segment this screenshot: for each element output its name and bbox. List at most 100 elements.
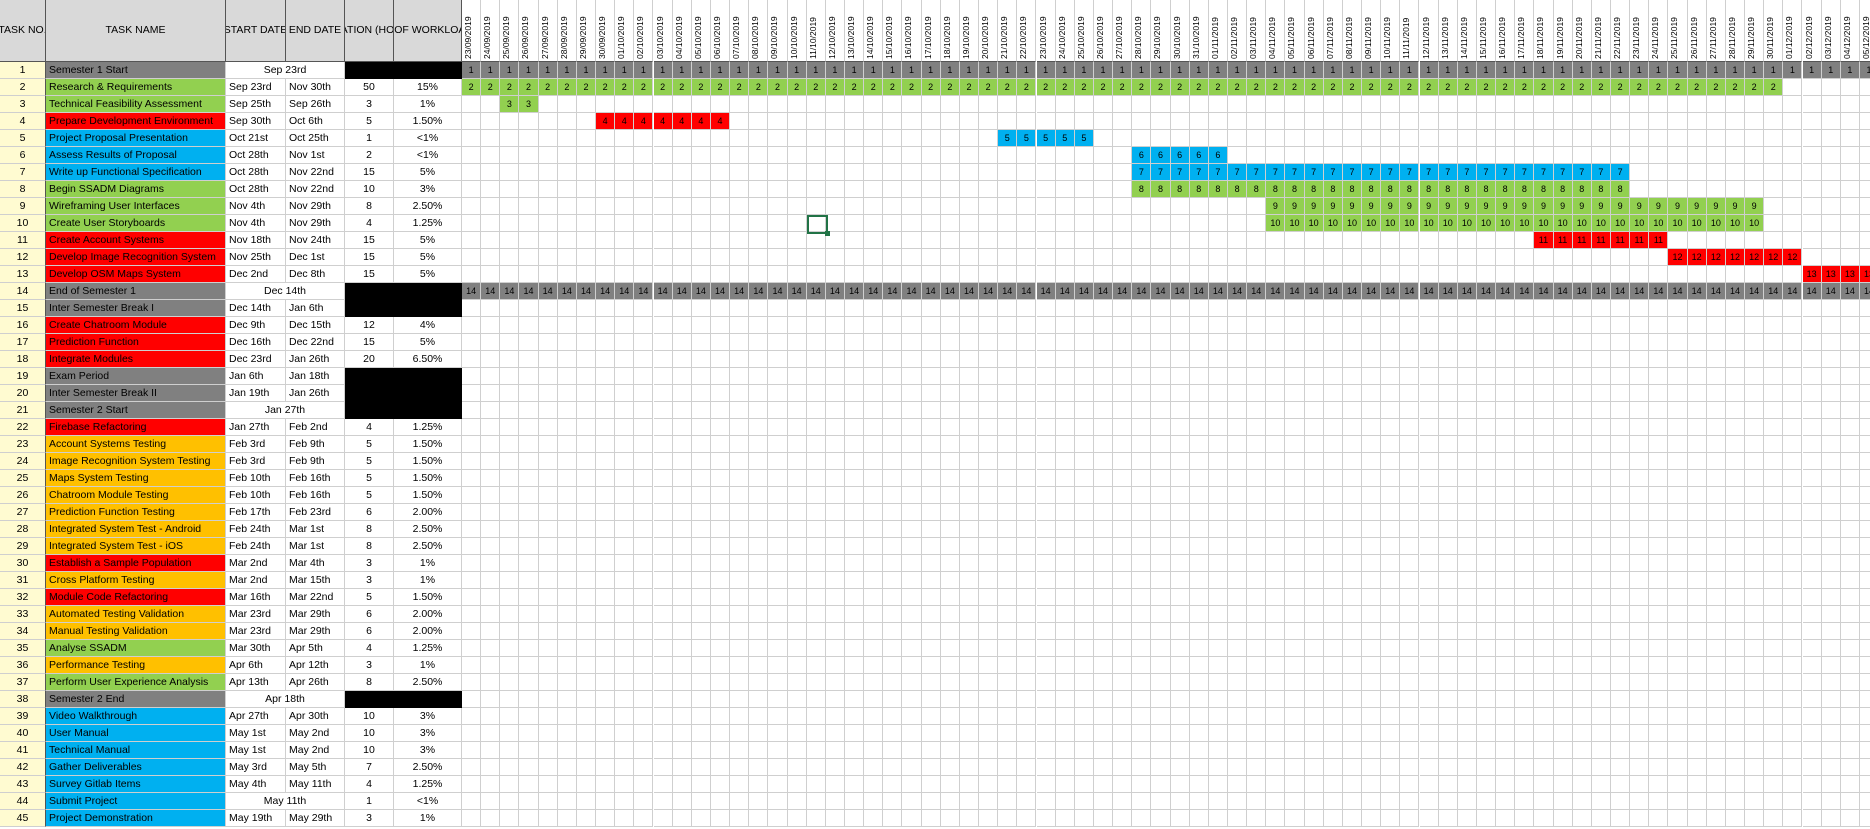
timeline-cell[interactable] — [825, 198, 845, 215]
timeline-cell[interactable] — [1591, 436, 1611, 453]
timeline-cell[interactable] — [883, 215, 903, 232]
timeline-cell[interactable] — [691, 266, 711, 283]
timeline-cell[interactable] — [1859, 674, 1870, 691]
timeline-cell[interactable] — [1764, 300, 1784, 317]
timeline-cell[interactable] — [1764, 623, 1784, 640]
timeline-cell[interactable] — [883, 674, 903, 691]
timeline-cell[interactable] — [921, 606, 941, 623]
timeline-cell[interactable] — [1802, 419, 1822, 436]
timeline-cell[interactable] — [825, 776, 845, 793]
timeline-cell[interactable] — [1534, 419, 1554, 436]
timeline-cell[interactable] — [1342, 538, 1363, 555]
timeline-cell[interactable] — [1859, 351, 1870, 368]
timeline-cell[interactable] — [1189, 555, 1209, 572]
timeline-cell[interactable] — [1304, 368, 1324, 385]
timeline-cell[interactable] — [1859, 147, 1870, 164]
task-number-cell[interactable]: 6 — [0, 147, 46, 164]
timeline-cell[interactable] — [806, 334, 826, 351]
timeline-cell[interactable] — [1266, 130, 1286, 147]
timeline-cell[interactable] — [1055, 691, 1075, 708]
timeline-cell[interactable] — [653, 623, 673, 640]
timeline-cell[interactable] — [1132, 521, 1152, 538]
timeline-cell[interactable] — [998, 725, 1018, 742]
timeline-cell[interactable] — [1170, 674, 1190, 691]
timeline-cell[interactable] — [1093, 742, 1114, 759]
timeline-cell[interactable] — [1515, 725, 1535, 742]
timeline-cell[interactable] — [902, 181, 922, 198]
timeline-cell[interactable] — [1706, 623, 1726, 640]
timeline-cell[interactable] — [998, 504, 1018, 521]
timeline-cell[interactable] — [653, 759, 673, 776]
timeline-cell[interactable] — [1036, 742, 1056, 759]
timeline-cell[interactable] — [557, 793, 577, 810]
timeline-cell[interactable] — [1591, 708, 1611, 725]
timeline-cell[interactable] — [1821, 742, 1841, 759]
timeline-cell[interactable]: 14 — [1381, 283, 1401, 300]
timeline-cell[interactable]: 1 — [1764, 62, 1784, 79]
task-number-cell[interactable]: 45 — [0, 810, 46, 827]
timeline-cell[interactable] — [1304, 453, 1324, 470]
timeline-cell[interactable]: 11 — [1572, 232, 1592, 249]
timeline-cell[interactable] — [1783, 181, 1803, 198]
timeline-cell[interactable] — [1476, 96, 1497, 113]
timeline-cell[interactable] — [1304, 504, 1324, 521]
start-date-cell[interactable]: Sep 30th — [226, 113, 286, 130]
timeline-cell[interactable] — [902, 164, 922, 181]
timeline-cell[interactable] — [1457, 640, 1477, 657]
timeline-cell[interactable] — [1093, 793, 1114, 810]
timeline-cell[interactable] — [500, 266, 520, 283]
timeline-cell[interactable] — [959, 232, 980, 249]
timeline-cell[interactable] — [481, 266, 501, 283]
timeline-cell[interactable] — [1668, 538, 1688, 555]
timeline-cell[interactable]: 6 — [1189, 147, 1209, 164]
timeline-cell[interactable] — [557, 232, 577, 249]
timeline-cell[interactable] — [902, 266, 922, 283]
timeline-cell[interactable]: 8 — [1189, 181, 1209, 198]
timeline-cell[interactable] — [1055, 198, 1075, 215]
timeline-cell[interactable] — [749, 708, 769, 725]
timeline-cell[interactable] — [1783, 759, 1803, 776]
timeline-cell[interactable] — [1400, 232, 1420, 249]
timeline-cell[interactable] — [1649, 334, 1669, 351]
timeline-cell[interactable] — [749, 436, 769, 453]
start-date-cell[interactable]: Feb 10th — [226, 487, 286, 504]
timeline-cell[interactable] — [1438, 657, 1458, 674]
timeline-cell[interactable] — [864, 300, 884, 317]
timeline-cell[interactable] — [481, 300, 501, 317]
timeline-cell[interactable] — [1113, 368, 1133, 385]
timeline-cell[interactable] — [1400, 351, 1420, 368]
timeline-cell[interactable] — [1400, 453, 1420, 470]
timeline-cell[interactable] — [979, 266, 999, 283]
timeline-cell[interactable]: 2 — [1247, 79, 1267, 96]
timeline-cell[interactable] — [1362, 776, 1382, 793]
timeline-cell[interactable] — [921, 674, 941, 691]
timeline-cell[interactable] — [710, 181, 731, 198]
timeline-cell[interactable]: 1 — [634, 62, 654, 79]
timeline-cell[interactable] — [1534, 504, 1554, 521]
timeline-cell[interactable] — [1438, 793, 1458, 810]
timeline-cell[interactable] — [825, 725, 845, 742]
timeline-cell[interactable]: 8 — [1496, 181, 1516, 198]
timeline-cell[interactable] — [1419, 793, 1439, 810]
timeline-cell[interactable] — [481, 606, 501, 623]
timeline-cell[interactable] — [615, 606, 635, 623]
timeline-cell[interactable] — [1496, 147, 1516, 164]
timeline-cell[interactable] — [634, 402, 654, 419]
timeline-cell[interactable] — [1591, 538, 1611, 555]
timeline-cell[interactable] — [1208, 521, 1228, 538]
timeline-cell[interactable] — [1228, 402, 1248, 419]
timeline-cell[interactable] — [864, 436, 884, 453]
timeline-cell[interactable] — [1687, 640, 1707, 657]
timeline-cell[interactable] — [481, 759, 501, 776]
timeline-cell[interactable] — [1745, 555, 1765, 572]
timeline-cell[interactable] — [959, 759, 980, 776]
timeline-cell[interactable] — [1438, 487, 1458, 504]
timeline-cell[interactable] — [825, 810, 845, 827]
timeline-cell[interactable] — [940, 487, 960, 504]
timeline-cell[interactable] — [1783, 793, 1803, 810]
timeline-cell[interactable] — [1381, 810, 1401, 827]
timeline-cell[interactable]: 5 — [1036, 130, 1056, 147]
timeline-cell[interactable] — [1764, 96, 1784, 113]
timeline-cell[interactable] — [1247, 147, 1267, 164]
timeline-cell[interactable] — [1496, 504, 1516, 521]
